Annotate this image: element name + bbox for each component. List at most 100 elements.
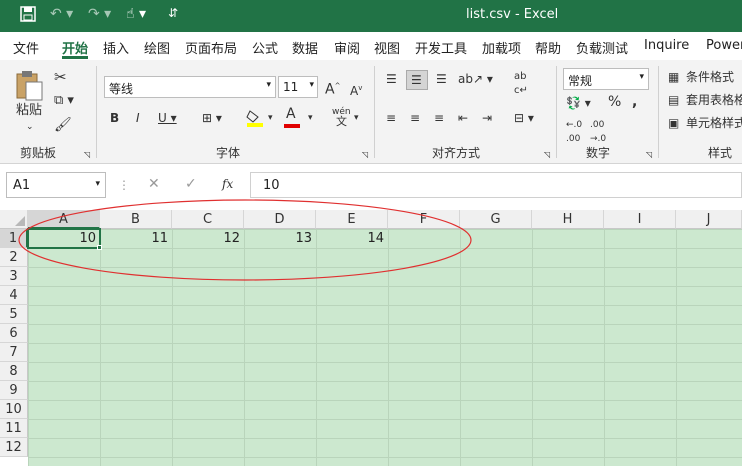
tab-view[interactable]: 视图 — [374, 38, 400, 57]
tab-formulas[interactable]: 公式 — [252, 38, 278, 57]
align-left-icon[interactable]: ≡ — [386, 111, 396, 125]
active-tab-indicator — [62, 56, 88, 59]
copy-icon[interactable]: ⧉ ▾ — [54, 94, 74, 108]
increase-indent-icon[interactable]: ⇥ — [482, 111, 492, 125]
chevron-down-icon[interactable]: ▾ — [354, 111, 359, 125]
insert-function-icon[interactable]: fx — [222, 177, 233, 191]
clipboard-group-label: 剪贴板 — [20, 146, 57, 160]
row-header-8[interactable]: 8 — [0, 362, 28, 381]
column-header-j[interactable]: J — [676, 210, 742, 229]
customize-qat-icon[interactable]: ⇵ — [168, 6, 178, 20]
bold-icon[interactable]: B — [110, 111, 119, 125]
fill-color-icon[interactable] — [246, 109, 266, 130]
formula-input[interactable]: 10 — [250, 172, 742, 198]
name-box-value: A1 — [13, 178, 31, 193]
number-group-label: 数字 — [586, 146, 611, 160]
underline-icon[interactable]: U ▾ — [158, 111, 177, 125]
decrease-decimal-icon[interactable]: .00 →.0 — [590, 118, 606, 146]
table-format-label[interactable]: 套用表格格式 — [686, 93, 742, 107]
tab-data[interactable]: 数据 — [292, 38, 318, 57]
paste-label[interactable]: 粘贴 — [16, 104, 42, 118]
tab-help[interactable]: 帮助 — [535, 38, 561, 57]
cell-style-label[interactable]: 单元格样式 — [686, 116, 742, 130]
row-header-6[interactable]: 6 — [0, 324, 28, 343]
align-right-icon[interactable]: ≡ — [434, 111, 444, 125]
separator — [556, 66, 557, 158]
chevron-down-icon: ▾ — [95, 179, 100, 189]
tab-developer[interactable]: 开发工具 — [415, 38, 467, 57]
format-painter-icon[interactable]: 🖌 — [54, 118, 72, 132]
tab-insert[interactable]: 插入 — [103, 38, 129, 57]
increase-decimal-icon[interactable]: ←.0.00 — [566, 118, 582, 146]
ribbon: 粘贴 ⌄ ✂ ⧉ ▾ 🖌 剪贴板 ◹ 等线 ▾ 11 ▾ A^ Av B I U… — [0, 60, 742, 164]
font-size-value: 11 — [283, 80, 299, 94]
accounting-format-icon[interactable]: 💱 ▾ — [566, 96, 591, 110]
row-header-11[interactable]: 11 — [0, 419, 28, 438]
border-icon[interactable]: ⊞ ▾ — [202, 111, 222, 125]
row-header-12[interactable]: 12 — [0, 438, 28, 457]
undo-icon[interactable]: ↶ ▾ — [50, 6, 73, 22]
table-format-icon[interactable]: ▤ — [668, 93, 679, 107]
number-format-select[interactable]: 常规 ▾ — [563, 68, 649, 90]
align-bottom-icon[interactable]: ☰ — [436, 72, 447, 86]
row-header-7[interactable]: 7 — [0, 343, 28, 362]
column-header-h[interactable]: H — [532, 210, 604, 229]
enter-icon[interactable]: ✓ — [185, 177, 197, 191]
decrease-indent-icon[interactable]: ⇤ — [458, 111, 468, 125]
italic-icon[interactable]: I — [136, 111, 140, 125]
alignment-group-label: 对齐方式 — [432, 146, 481, 160]
touch-mode-icon[interactable]: ☝ ▾ — [126, 6, 146, 22]
alignment-launcher-icon[interactable]: ◹ — [544, 148, 550, 162]
phonetic-icon[interactable]: 文 — [336, 115, 347, 129]
row-header-9[interactable]: 9 — [0, 381, 28, 400]
name-box[interactable]: A1 ▾ — [6, 172, 106, 198]
cancel-icon[interactable]: ✕ — [148, 177, 160, 191]
wrap-text-icon[interactable]: ab c↵ — [514, 70, 528, 98]
orientation-icon[interactable]: ab↗ ▾ — [458, 72, 493, 86]
number-launcher-icon[interactable]: ◹ — [646, 148, 652, 162]
tab-file[interactable]: 文件 — [13, 38, 39, 57]
comma-style-icon[interactable]: , — [632, 95, 637, 109]
align-center-icon[interactable]: ≡ — [410, 111, 420, 125]
chevron-down-icon: ▾ — [266, 80, 271, 90]
number-format-value: 常规 — [568, 74, 593, 88]
tab-power[interactable]: Power — [706, 38, 742, 53]
tab-inquire[interactable]: Inquire — [644, 38, 689, 53]
tab-addins[interactable]: 加载项 — [482, 38, 521, 57]
conditional-format-label[interactable]: 条件格式 — [686, 70, 734, 84]
tab-load-test[interactable]: 负载测试 — [576, 38, 628, 57]
tab-review[interactable]: 审阅 — [334, 38, 360, 57]
chevron-down-icon[interactable]: ▾ — [268, 111, 273, 125]
redo-icon[interactable]: ↷ ▾ — [88, 6, 111, 22]
align-top-icon[interactable]: ☰ — [386, 72, 397, 86]
tab-home[interactable]: 开始 — [62, 38, 88, 57]
font-launcher-icon[interactable]: ◹ — [362, 148, 368, 162]
font-color-icon[interactable]: A — [286, 107, 296, 121]
cell-style-icon[interactable]: ▣ — [668, 116, 679, 130]
row-header-10[interactable]: 10 — [0, 400, 28, 419]
clipboard-launcher-icon[interactable]: ◹ — [84, 148, 90, 162]
font-size-select[interactable]: 11 ▾ — [278, 76, 318, 98]
save-icon[interactable] — [20, 6, 36, 26]
conditional-format-icon[interactable]: ▦ — [668, 70, 679, 84]
percent-icon[interactable]: % — [608, 95, 621, 109]
decrease-font-icon[interactable]: Av — [350, 81, 362, 98]
font-name-select[interactable]: 等线 ▾ — [104, 76, 276, 98]
column-header-i[interactable]: I — [604, 210, 676, 229]
increase-font-icon[interactable]: A^ — [325, 79, 340, 97]
tab-page-layout[interactable]: 页面布局 — [185, 38, 237, 57]
tab-draw[interactable]: 绘图 — [144, 38, 170, 57]
window-title: list.csv - Excel — [466, 7, 559, 22]
paste-icon[interactable] — [14, 70, 44, 105]
annotation-ellipse — [18, 199, 472, 281]
align-middle-icon: ☰ — [411, 73, 422, 87]
cut-icon[interactable]: ✂ — [54, 70, 67, 85]
paste-chevron-icon[interactable]: ⌄ — [26, 120, 34, 134]
more-options-icon[interactable]: ⋮ — [118, 178, 130, 192]
merge-center-icon[interactable]: ⊟ ▾ — [514, 111, 534, 125]
row-header-5[interactable]: 5 — [0, 305, 28, 324]
align-middle-selected[interactable]: ☰ — [406, 70, 428, 90]
row-header-4[interactable]: 4 — [0, 286, 28, 305]
separator — [96, 66, 97, 158]
chevron-down-icon[interactable]: ▾ — [308, 111, 313, 125]
